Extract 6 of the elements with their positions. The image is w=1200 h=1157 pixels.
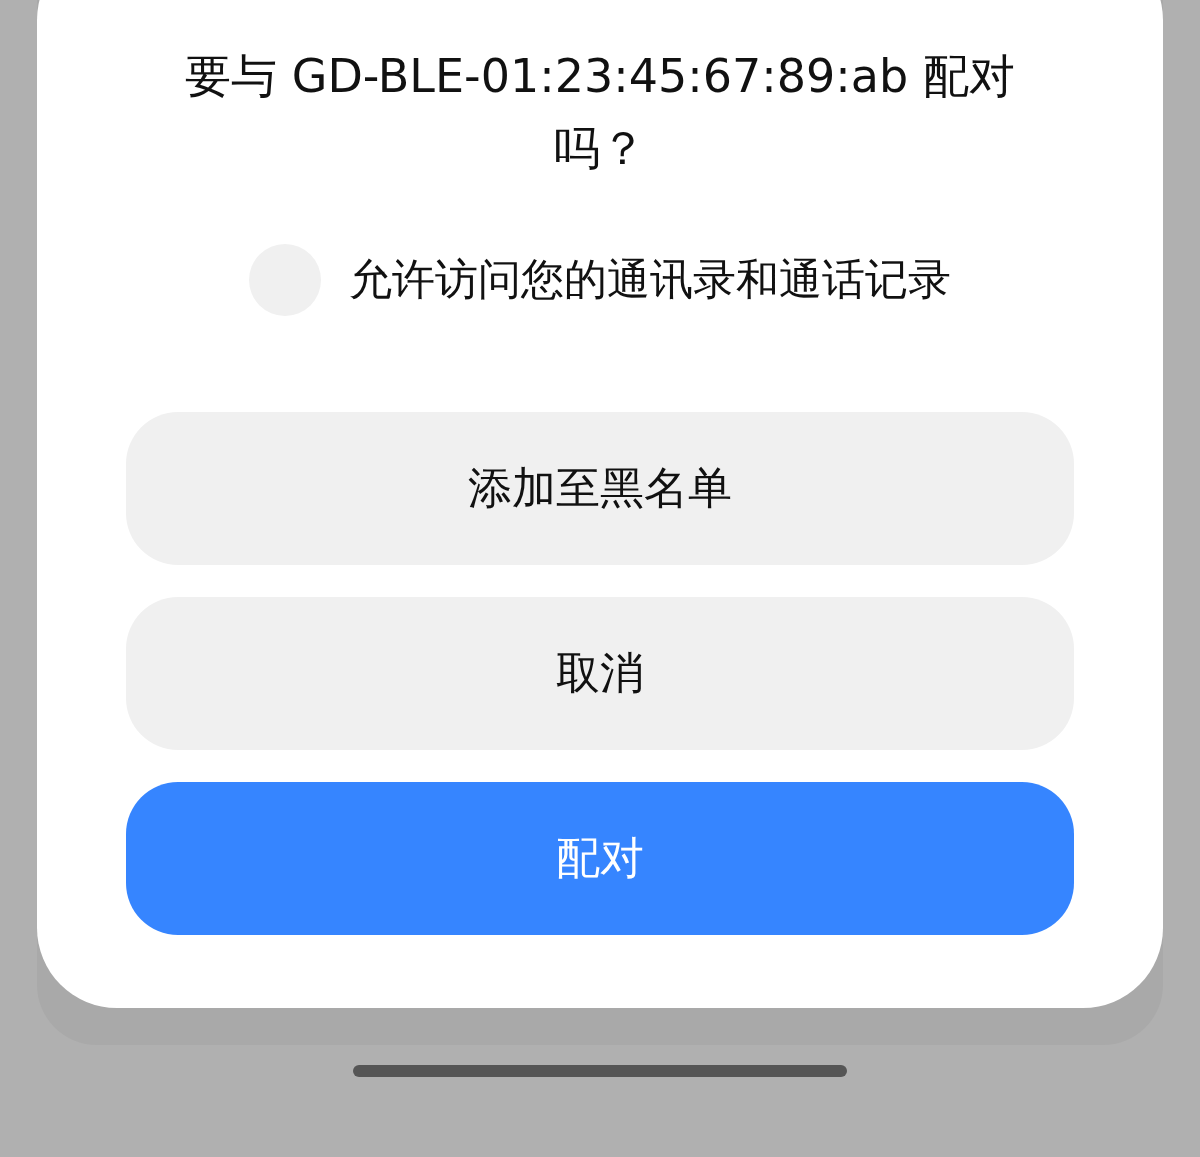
permission-label: 允许访问您的通讯录和通话记录 — [349, 253, 951, 306]
dialog-button[interactable]: 取消 — [126, 597, 1074, 750]
pair-button[interactable]: 配对 — [126, 782, 1074, 935]
dialog-title: 要与 GD-BLE-01:23:45:67:89:ab 配对吗？ — [184, 48, 1016, 177]
dialog-button[interactable]: 添加至黑名单 — [126, 412, 1074, 565]
home-indicator[interactable] — [353, 1065, 847, 1077]
